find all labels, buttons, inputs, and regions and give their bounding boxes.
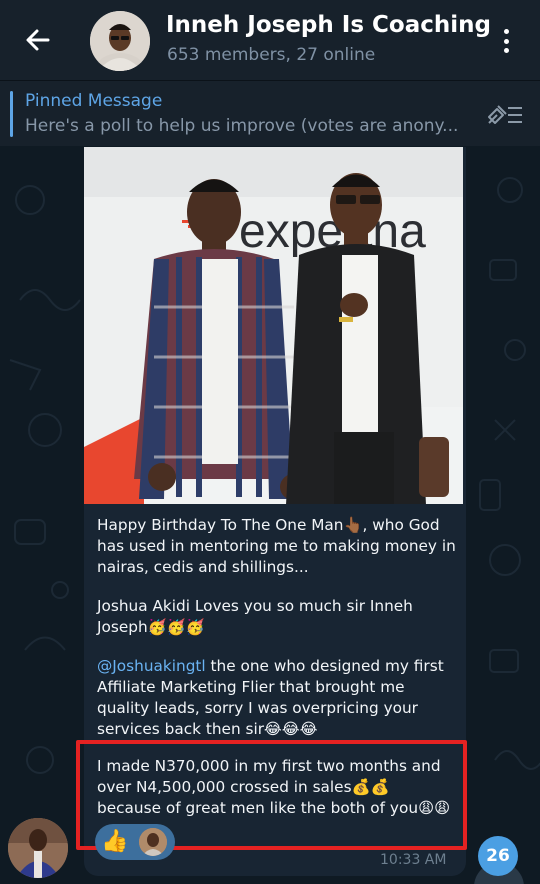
- avatar-person-icon: [139, 828, 167, 856]
- pinned-message-bar[interactable]: Pinned Message Here's a poll to help us …: [0, 80, 540, 146]
- menu-dot-icon: [503, 29, 509, 34]
- photo-image: expertna: [84, 147, 463, 504]
- message-photo[interactable]: expertna: [84, 147, 463, 504]
- reaction-chip[interactable]: 👍: [95, 824, 175, 860]
- pin-list-icon[interactable]: [486, 100, 524, 130]
- reactor-avatar: [139, 828, 167, 856]
- arrow-left-icon: [26, 29, 50, 51]
- pinned-indicator: [10, 91, 13, 137]
- avatar-person-icon: [8, 818, 68, 878]
- avatar-person-icon: [90, 11, 150, 71]
- pinned-title: Pinned Message: [25, 91, 163, 111]
- unread-count-badge[interactable]: 26: [478, 836, 518, 876]
- menu-dot-icon: [503, 38, 509, 44]
- user-mention-link[interactable]: @Joshuakingtl: [97, 657, 206, 675]
- more-menu-button[interactable]: [494, 26, 518, 56]
- message-paragraph-3: @Joshuakingtl the one who designed my fi…: [97, 656, 457, 740]
- chat-header: Inneh Joseph Is Coaching 653 members, 27…: [0, 0, 540, 80]
- message-paragraph-1: Happy Birthday To The One Man👆🏾, who God…: [97, 516, 456, 576]
- chat-title[interactable]: Inneh Joseph Is Coaching: [166, 12, 491, 38]
- group-avatar[interactable]: [90, 11, 150, 71]
- sender-avatar[interactable]: [8, 818, 68, 878]
- message-paragraph-2: Joshua Akidi Loves you so much sir Inneh…: [97, 597, 413, 636]
- member-count: 653 members, 27 online: [167, 45, 376, 65]
- menu-dot-icon: [503, 48, 509, 53]
- thumbs-up-icon: 👍: [101, 829, 129, 854]
- message-time: 10:33 AM: [380, 852, 447, 868]
- back-button[interactable]: [20, 22, 56, 58]
- pinned-text: Here's a poll to help us improve (votes …: [25, 116, 459, 136]
